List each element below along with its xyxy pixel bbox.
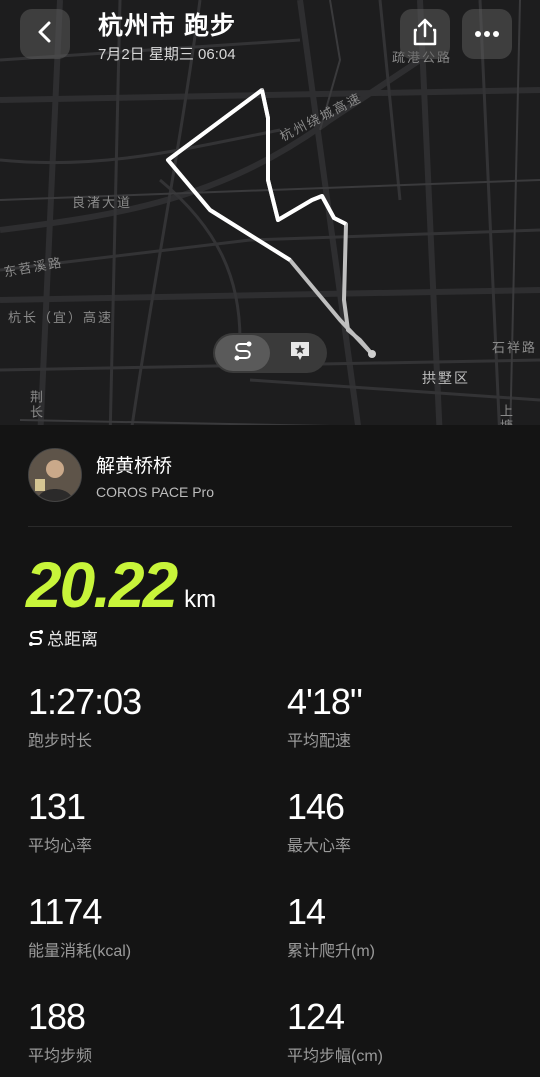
stat-stride-length: 124 平均步幅(cm) [287, 996, 383, 1066]
activity-datetime: 7月2日 星期三 06:04 [98, 46, 236, 63]
stat-elevation-gain: 14 累计爬升(m) [287, 891, 375, 961]
map-label: 石祥路 [492, 340, 538, 355]
route-map[interactable]: 疏港公路 杭州绕城高速 良渚大道 东苕溪路 杭长（宜）高速 石祥路 拱墅区 荆长… [0, 0, 540, 440]
distance-label-row: 总距离 [28, 625, 98, 650]
stat-value: 14 [287, 891, 326, 932]
stat-value: 1:27:03 [28, 681, 142, 722]
device-name: COROS PACE Pro [96, 483, 214, 500]
more-icon [474, 25, 500, 43]
user-name: 解黄桥桥 [96, 455, 173, 477]
stat-calories: 1174 能量消耗(kcal) [28, 891, 131, 961]
stat-label: 平均心率 [28, 838, 93, 855]
stat-label: 能量消耗(kcal) [28, 943, 132, 960]
page-title: 杭州市 跑步 [98, 12, 236, 40]
stat-max-heart-rate: 146 最大心率 [287, 786, 351, 856]
route-mode-button[interactable] [215, 335, 270, 371]
stat-value: 146 [287, 786, 345, 827]
route-icon [28, 629, 44, 647]
chevron-left-icon [37, 21, 53, 48]
stat-label: 累计爬升(m) [287, 943, 375, 960]
stat-label: 跑步时长 [28, 733, 93, 750]
activity-detail-panel [0, 425, 540, 1077]
stat-value: 1174 [28, 891, 102, 932]
map-mode-toggle[interactable] [213, 333, 327, 373]
distance-label: 总距离 [47, 630, 98, 649]
total-distance: 20.22 km [26, 548, 216, 622]
map-label: 荆长 [28, 390, 43, 420]
stat-avg-pace: 4'18" 平均配速 [287, 681, 363, 751]
stat-avg-heart-rate: 131 平均心率 [28, 786, 92, 856]
divider [28, 526, 512, 527]
highlight-mode-button[interactable] [272, 333, 327, 373]
share-button[interactable] [400, 9, 450, 59]
stat-value: 188 [28, 996, 86, 1037]
stat-value: 131 [28, 786, 86, 827]
map-label: 良渚大道 [72, 195, 133, 210]
distance-value: 20.22 [26, 549, 178, 621]
distance-unit: km [184, 586, 217, 613]
route-end-marker [368, 350, 376, 358]
stat-label: 平均步幅(cm) [287, 1048, 383, 1065]
stat-value: 124 [287, 996, 345, 1037]
route-icon [232, 340, 254, 367]
map-label: 杭长（宜）高速 [8, 310, 114, 325]
stat-cadence: 188 平均步频 [28, 996, 92, 1066]
stat-label: 平均配速 [287, 733, 352, 750]
star-icon [288, 339, 312, 368]
stat-label: 平均步频 [28, 1048, 93, 1065]
back-button[interactable] [20, 9, 70, 59]
share-icon [412, 18, 438, 51]
stat-duration: 1:27:03 跑步时长 [28, 681, 142, 751]
avatar[interactable] [28, 448, 82, 502]
map-label: 拱墅区 [422, 370, 470, 386]
more-button[interactable] [462, 9, 512, 59]
user-info[interactable]: 解黄桥桥 COROS PACE Pro [28, 448, 214, 502]
stat-value: 4'18" [287, 681, 363, 722]
stat-label: 最大心率 [287, 838, 352, 855]
